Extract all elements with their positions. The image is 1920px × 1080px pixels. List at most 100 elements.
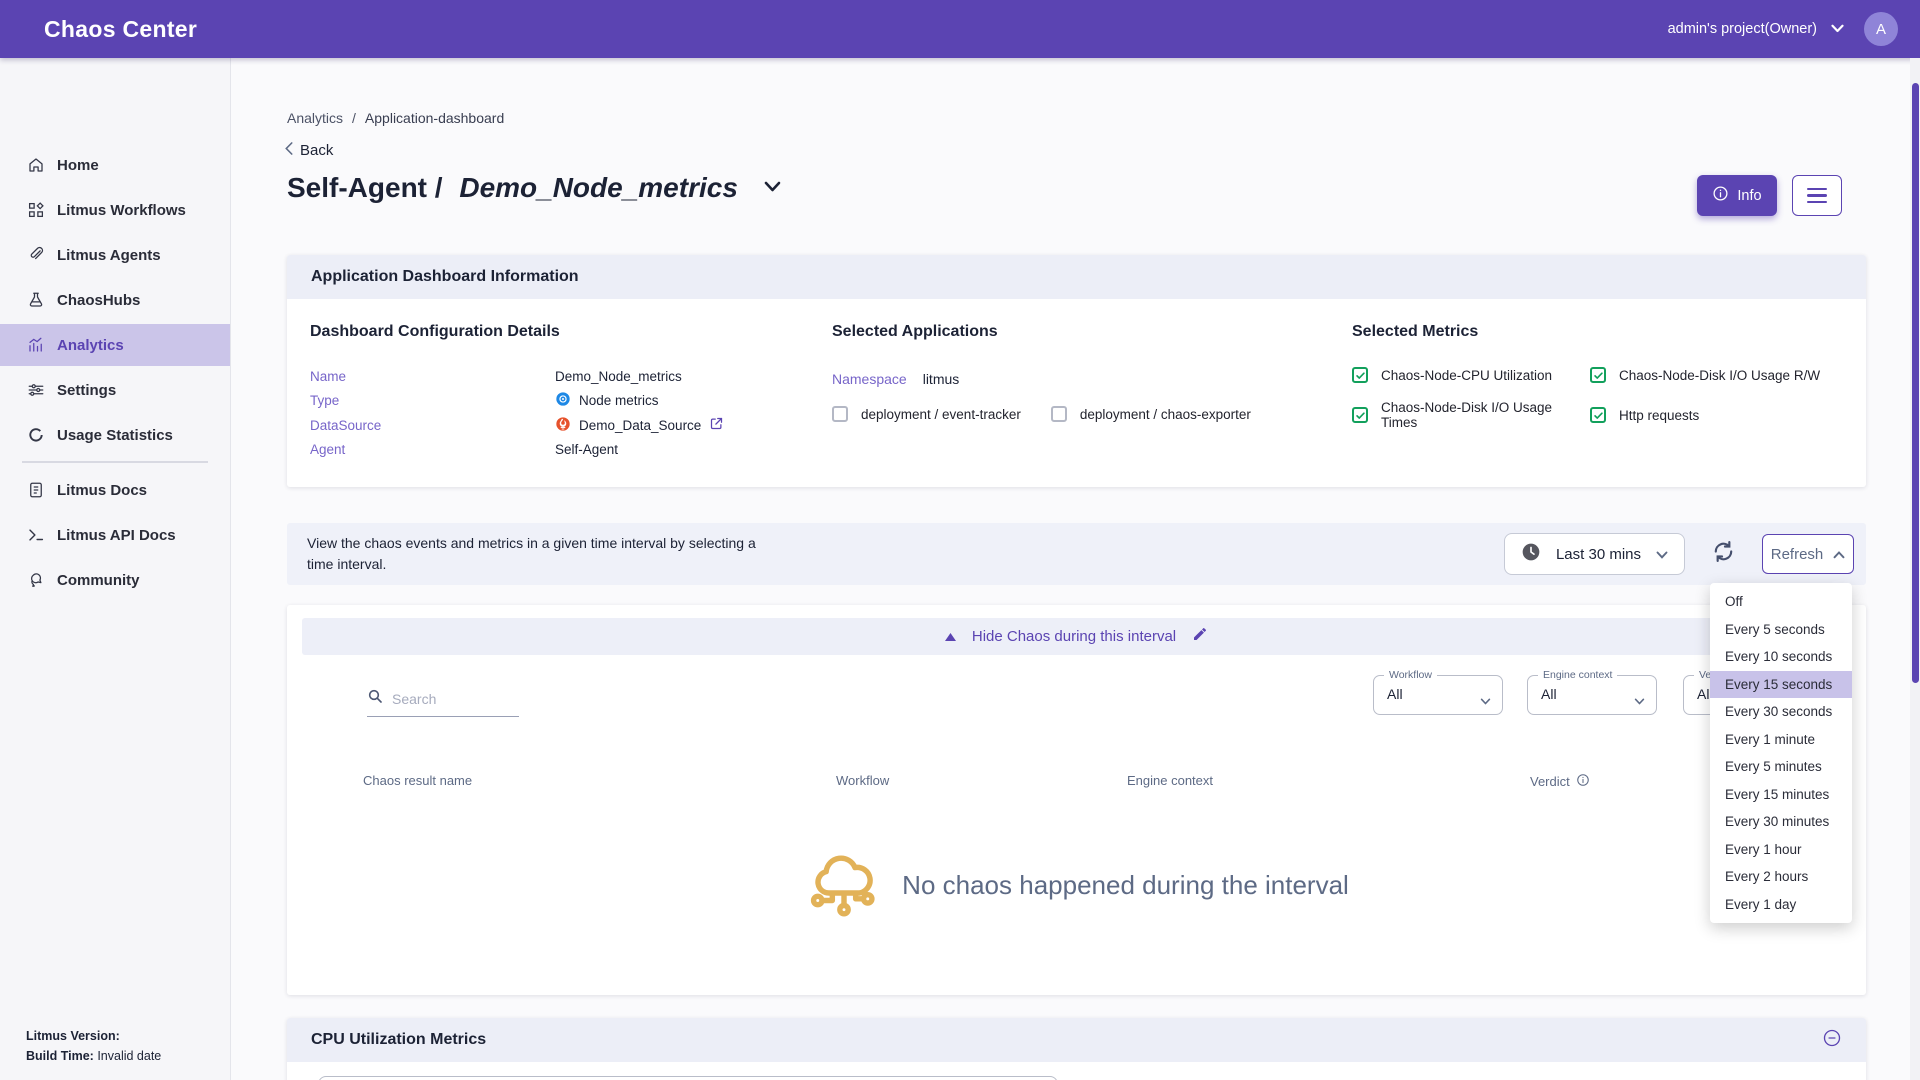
cpu-filter-box[interactable] [318, 1076, 1058, 1080]
sidebar: Home Litmus Workflows Litmus Agents Chao… [0, 58, 231, 1080]
menu-item-every-5-minutes[interactable]: Every 5 minutes [1710, 753, 1852, 781]
menu-item-every-30-minutes[interactable]: Every 30 minutes [1710, 808, 1852, 836]
chaos-table-card: Hide Chaos during this interval Workflow… [287, 605, 1866, 995]
menu-item-every-1-day[interactable]: Every 1 day [1710, 891, 1852, 919]
agent-label: Agent [310, 442, 555, 457]
back-label: Back [300, 142, 333, 159]
checkbox-cpu-utilization[interactable]: Chaos-Node-CPU Utilization [1352, 367, 1590, 383]
workflows-icon [27, 201, 45, 219]
config-rows: Name Demo_Node_metrics Type Node metrics… [310, 364, 825, 462]
checkbox-unchecked-icon [832, 406, 848, 422]
refresh-button-label: Refresh [1771, 546, 1824, 563]
sidebar-item-community[interactable]: Community [0, 559, 230, 601]
breadcrumb-application-dashboard[interactable]: Application-dashboard [365, 110, 504, 126]
config-details-column: Dashboard Configuration Details Name Dem… [310, 323, 825, 462]
build-time-label: Build Time: [26, 1049, 94, 1063]
type-value: Node metrics [555, 391, 659, 410]
edit-pencil-icon[interactable] [1192, 626, 1208, 647]
menu-item-every-2-hours[interactable]: Every 2 hours [1710, 863, 1852, 891]
sidebar-item-settings[interactable]: Settings [0, 369, 230, 411]
metrics-grid: Chaos-Node-CPU Utilization Chaos-Node-Di… [1352, 367, 1852, 430]
top-bar-right: admin's project(Owner) A [1668, 12, 1898, 46]
sidebar-item-label: Settings [57, 382, 116, 399]
name-label: Name [310, 369, 555, 384]
verdict-info-icon[interactable] [1576, 773, 1590, 790]
sidebar-item-analytics[interactable]: Analytics [0, 324, 230, 366]
sidebar-item-home[interactable]: Home [0, 144, 230, 186]
project-selector[interactable]: admin's project(Owner) [1668, 21, 1844, 37]
menu-item-every-30-seconds[interactable]: Every 30 seconds [1710, 698, 1852, 726]
menu-item-every-10-seconds[interactable]: Every 10 seconds [1710, 643, 1852, 671]
project-label: admin's project(Owner) [1668, 21, 1817, 37]
menu-item-off[interactable]: Off [1710, 588, 1852, 616]
engine-context-filter-select[interactable]: Engine context All [1527, 675, 1657, 715]
checkbox-checked-icon [1352, 407, 1368, 423]
hide-chaos-toggle[interactable]: Hide Chaos during this interval [302, 618, 1851, 655]
top-bar: Chaos Center admin's project(Owner) A [0, 0, 1920, 58]
breadcrumb-analytics[interactable]: Analytics [287, 110, 343, 126]
sidebar-item-litmus-docs[interactable]: Litmus Docs [0, 469, 230, 511]
breadcrumb-separator: / [352, 110, 356, 126]
avatar[interactable]: A [1864, 12, 1898, 46]
dashboard-info-card: Application Dashboard Information Dashbo… [287, 255, 1866, 487]
sidebar-item-litmus-api-docs[interactable]: Litmus API Docs [0, 514, 230, 556]
sidebar-item-label: Usage Statistics [57, 427, 173, 444]
datasource-value: Demo_Data_Source [555, 416, 724, 435]
checkbox-event-tracker[interactable]: deployment / event-tracker [832, 406, 1021, 422]
info-button-label: Info [1737, 188, 1761, 204]
empty-state: No chaos happened during the interval [287, 843, 1866, 928]
sidebar-item-label: Litmus Workflows [57, 202, 186, 219]
checkbox-chaos-exporter[interactable]: deployment / chaos-exporter [1051, 406, 1251, 422]
dashboard-menu-button[interactable] [1792, 175, 1842, 216]
usage-ring-icon [27, 426, 45, 444]
app-root: Chaos Center admin's project(Owner) A Ho… [0, 0, 1920, 1080]
title-row: Self-Agent / Demo_Node_metrics [287, 172, 781, 204]
prometheus-icon [555, 416, 571, 435]
info-button[interactable]: Info [1697, 175, 1777, 216]
external-link-icon[interactable] [709, 416, 724, 434]
selected-metrics-column: Selected Metrics Chaos-Node-CPU Utilizat… [1352, 323, 1852, 430]
page-title: Self-Agent / Demo_Node_metrics [287, 172, 738, 204]
checkbox-http-requests[interactable]: Http requests [1590, 400, 1852, 430]
time-range-value: Last 30 mins [1556, 546, 1641, 563]
agents-icon [27, 246, 45, 264]
cpu-metrics-title: CPU Utilization Metrics [311, 1031, 486, 1049]
title-chevron-down-icon[interactable] [764, 179, 781, 197]
type-label: Type [310, 393, 555, 408]
scrollbar-track[interactable] [1910, 58, 1920, 1080]
checkbox-disk-io-rw[interactable]: Chaos-Node-Disk I/O Usage R/W [1590, 367, 1852, 383]
menu-item-every-1-hour[interactable]: Every 1 hour [1710, 836, 1852, 864]
refresh-icon[interactable] [1711, 539, 1736, 569]
column-workflow: Workflow [836, 773, 889, 788]
chat-bubbles-icon [27, 571, 45, 589]
refresh-button[interactable]: Refresh [1762, 534, 1854, 574]
menu-item-every-15-seconds[interactable]: Every 15 seconds [1710, 671, 1852, 699]
hamburger-icon [1807, 188, 1827, 191]
menu-item-every-5-seconds[interactable]: Every 5 seconds [1710, 616, 1852, 644]
dashboard-info-title: Application Dashboard Information [311, 268, 579, 286]
sidebar-item-chaoshubs[interactable]: ChaosHubs [0, 279, 230, 321]
chevron-down-icon [1480, 692, 1491, 710]
workflow-filter-select[interactable]: Workflow All [1373, 675, 1503, 715]
menu-item-every-1-minute[interactable]: Every 1 minute [1710, 726, 1852, 754]
namespace-label: Namespace [832, 371, 907, 387]
cloud-computing-icon [804, 843, 884, 928]
collapse-minus-icon[interactable] [1822, 1028, 1842, 1053]
search-input[interactable] [392, 691, 507, 707]
config-row-name: Name Demo_Node_metrics [310, 364, 825, 389]
version-footer: Litmus Version: Build Time: Invalid date [26, 1027, 161, 1066]
checkbox-disk-io-times[interactable]: Chaos-Node-Disk I/O Usage Times [1352, 400, 1590, 430]
scrollbar-thumb[interactable] [1912, 83, 1919, 683]
sidebar-divider [22, 461, 208, 463]
checkbox-checked-icon [1590, 367, 1606, 383]
sidebar-item-usage-statistics[interactable]: Usage Statistics [0, 414, 230, 456]
menu-item-every-15-minutes[interactable]: Every 15 minutes [1710, 781, 1852, 809]
chevron-down-icon [1634, 692, 1645, 710]
sidebar-item-litmus-workflows[interactable]: Litmus Workflows [0, 189, 230, 231]
back-button[interactable]: Back [285, 142, 333, 159]
namespace-row: Namespace litmus [832, 371, 1342, 387]
sidebar-item-litmus-agents[interactable]: Litmus Agents [0, 234, 230, 276]
time-range-select[interactable]: Last 30 mins [1504, 533, 1685, 575]
analytics-icon [27, 336, 45, 354]
interval-band: View the chaos events and metrics in a g… [287, 523, 1866, 585]
